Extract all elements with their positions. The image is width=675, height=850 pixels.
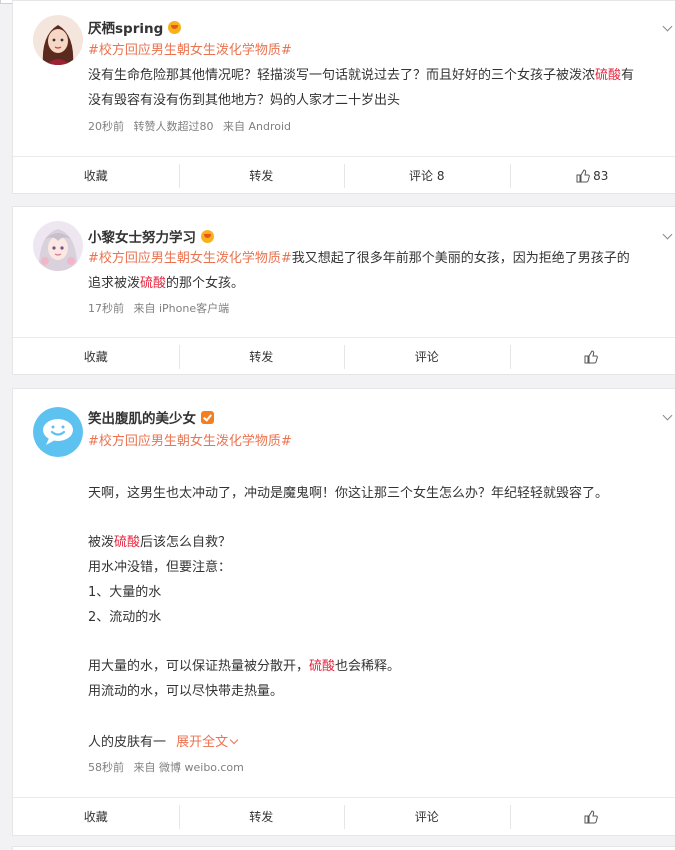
post-text: 也会稀释。 xyxy=(335,659,401,674)
user-name[interactable]: 小黎女士努力学习 xyxy=(88,226,196,246)
post-time[interactable]: 20秒前 xyxy=(88,120,124,133)
topic-link[interactable]: #校方回应男生朝女生泼化学物质# xyxy=(88,434,292,449)
favorite-button[interactable]: 收藏 xyxy=(13,157,179,195)
post-meta: 20秒前 转赞人数超过80 来自 Android xyxy=(88,119,297,135)
post-text: 没有毁容有没有伤到其他地方？妈的人家才二十岁出头 xyxy=(88,93,401,108)
user-name-row: 小黎女士努力学习 xyxy=(88,226,214,246)
like-count: 83 xyxy=(593,168,609,183)
keyword-link[interactable]: 硫酸 xyxy=(595,68,621,83)
next-post-card-edge xyxy=(12,846,675,850)
post-time[interactable]: 58秒前 xyxy=(88,761,124,774)
keyword-link[interactable]: 硫酸 xyxy=(140,276,166,291)
chevron-down-icon xyxy=(229,735,239,745)
thumbs-up-icon xyxy=(584,349,598,363)
post-topic-line: #校方回应男生朝女生泼化学物质# xyxy=(88,41,675,61)
comment-label: 评论 xyxy=(414,810,439,824)
post-text-line: 被泼硫酸后该怎么自救？ xyxy=(88,533,675,553)
avatar[interactable] xyxy=(33,15,83,65)
post-actions: 收藏 转发 评论 8 83 xyxy=(13,156,675,194)
comment-button[interactable]: 评论 xyxy=(344,798,510,836)
thumbs-up-icon xyxy=(584,809,598,823)
post-time[interactable]: 17秒前 xyxy=(88,302,124,315)
keyword-link[interactable]: 硫酸 xyxy=(114,535,140,550)
repost-button[interactable]: 转发 xyxy=(178,338,345,376)
expand-label: 展开全文 xyxy=(176,735,229,750)
post-text-line: 2、流动的水 xyxy=(88,608,675,628)
comment-label: 评论 8 xyxy=(409,169,445,183)
avatar[interactable] xyxy=(33,407,83,457)
post-text: 1、大量的水 xyxy=(88,585,162,600)
comment-button[interactable]: 评论 8 xyxy=(344,157,510,195)
post-text: 天啊，这男生也太冲动了，冲动是魔鬼啊！你这让那三个女生怎么办？年纪轻轻就毁容了。 xyxy=(88,486,609,501)
post-text: 人的皮肤有一 xyxy=(88,735,167,750)
member-crown-icon xyxy=(168,20,182,34)
member-crown-icon xyxy=(201,229,214,243)
post-text-line: 没有生命危险那其他情况呢？轻描淡写一句话就说过去了？而且好好的三个女孩子被泼浓硫… xyxy=(88,66,675,86)
post-source: 来自 Android xyxy=(223,120,292,133)
comment-label: 评论 xyxy=(414,350,439,364)
keyword-link[interactable]: 硫酸 xyxy=(309,659,335,674)
comment-button[interactable]: 评论 xyxy=(344,338,510,376)
post-text-line: 没有毁容有没有伤到其他地方？妈的人家才二十岁出头 xyxy=(88,91,675,111)
chevron-down-icon[interactable] xyxy=(663,412,673,422)
favorite-button[interactable]: 收藏 xyxy=(13,338,179,376)
user-name[interactable]: 厌栖spring xyxy=(88,17,163,37)
post-text-line: 人的皮肤有一 展开全文 xyxy=(88,733,675,753)
topic-link[interactable]: #校方回应男生朝女生泼化学物质# xyxy=(88,43,292,58)
post-text: 有 xyxy=(621,68,635,83)
post-text-line: 1、大量的水 xyxy=(88,583,675,603)
like-button[interactable] xyxy=(509,798,675,836)
favorite-label: 收藏 xyxy=(83,350,108,364)
post-text: 没有生命危险那其他情况呢？轻描淡写一句话就说过去了？而且好好的三个女孩子被泼浓 xyxy=(88,68,596,83)
post-topic-line: #校方回应男生朝女生泼化学物质# xyxy=(88,432,675,452)
chevron-down-icon[interactable] xyxy=(663,23,673,33)
post-card: 小黎女士努力学习 #校方回应男生朝女生泼化学物质#我又想起了很多年前那个美丽的女… xyxy=(12,206,675,375)
like-button[interactable] xyxy=(509,338,675,376)
post-text: 用水冲没错，但要注意： xyxy=(88,560,232,575)
post-text: 的那个女孩。 xyxy=(166,276,245,291)
repost-label: 转发 xyxy=(249,350,274,364)
post-meta: 58秒前 来自 微博 weibo.com xyxy=(88,760,250,776)
post-text-line: 用大量的水，可以保证热量被分散开，硫酸也会稀释。 xyxy=(88,657,675,677)
favorite-label: 收藏 xyxy=(83,810,108,824)
post-source: 来自 微博 weibo.com xyxy=(133,761,244,774)
post-text-line: 用水冲没错，但要注意： xyxy=(88,558,675,578)
post-text: 后该怎么自救？ xyxy=(140,535,232,550)
post-meta: 17秒前 来自 iPhone客户端 xyxy=(88,301,235,317)
repost-button[interactable]: 转发 xyxy=(178,798,345,836)
expand-full-text-link[interactable]: 展开全文 xyxy=(176,735,239,750)
user-name-row: 厌栖spring xyxy=(88,17,182,37)
repost-button[interactable]: 转发 xyxy=(178,157,345,195)
like-button[interactable]: 83 xyxy=(509,157,675,195)
post-text: 被泼 xyxy=(88,535,115,550)
post-text: 2、流动的水 xyxy=(88,610,162,625)
repost-count-info: 转赞人数超过80 xyxy=(133,120,214,133)
topic-link[interactable]: #校方回应男生朝女生泼化学物质# xyxy=(88,251,292,266)
user-name-row: 笑出腹肌的美少女 xyxy=(88,407,214,427)
post-text: 用流动的水，可以尽快带走热量。 xyxy=(88,684,284,699)
repost-label: 转发 xyxy=(249,810,274,824)
verified-icon xyxy=(201,410,214,424)
favorite-label: 收藏 xyxy=(83,169,108,183)
avatar[interactable] xyxy=(33,221,83,271)
repost-label: 转发 xyxy=(249,169,274,183)
post-text: 我又想起了很多年前那个美丽的女孩，因为拒绝了男孩子的 xyxy=(291,251,630,266)
chevron-down-icon[interactable] xyxy=(663,231,673,241)
post-actions: 收藏 转发 评论 xyxy=(13,337,675,375)
thumbs-up-icon xyxy=(576,168,590,182)
post-text: 追求被泼 xyxy=(88,276,141,291)
post-text-line: 追求被泼硫酸的那个女孩。 xyxy=(88,274,675,294)
favorite-button[interactable]: 收藏 xyxy=(13,798,179,836)
post-source: 来自 iPhone客户端 xyxy=(133,302,230,315)
user-name[interactable]: 笑出腹肌的美少女 xyxy=(88,407,196,427)
post-text: 用大量的水，可以保证热量被分散开， xyxy=(88,659,310,674)
post-card: 笑出腹肌的美少女 #校方回应男生朝女生泼化学物质# 天啊，这男生也太冲动了，冲动… xyxy=(12,388,675,836)
post-text-line: #校方回应男生朝女生泼化学物质#我又想起了很多年前那个美丽的女孩，因为拒绝了男孩… xyxy=(88,249,675,269)
post-text-line: 用流动的水，可以尽快带走热量。 xyxy=(88,682,675,702)
post-actions: 收藏 转发 评论 xyxy=(13,797,675,835)
post-card: 厌栖spring #校方回应男生朝女生泼化学物质# 没有生命危险那其他情况呢？轻… xyxy=(12,0,675,194)
post-text-line: 天啊，这男生也太冲动了，冲动是魔鬼啊！你这让那三个女生怎么办？年纪轻轻就毁容了。 xyxy=(88,484,675,504)
